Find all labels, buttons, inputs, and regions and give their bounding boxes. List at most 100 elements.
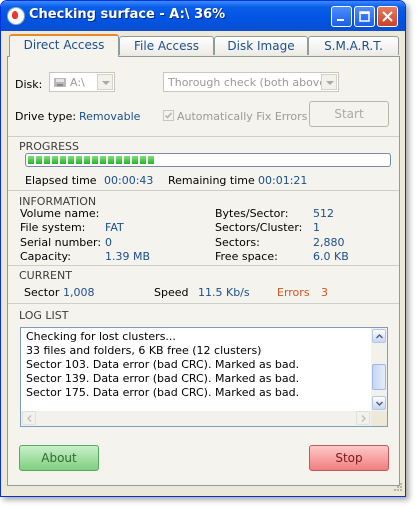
minimize-icon [337, 19, 344, 21]
drive-type-label: Drive type: [15, 110, 77, 123]
progress-segment [60, 156, 66, 164]
log-line: Checking for lost clusters... [26, 330, 176, 343]
tab-label: Disk Image [227, 39, 295, 53]
tab-label: File Access [134, 39, 199, 53]
about-button[interactable]: About [19, 445, 99, 471]
volume-name-label: Volume name: [20, 207, 100, 220]
vertical-scrollbar[interactable] [371, 328, 387, 411]
progress-segment [76, 156, 82, 164]
app-icon [7, 7, 25, 25]
scroll-left-button[interactable] [22, 411, 36, 425]
errors-value: 3 [321, 286, 328, 299]
close-icon [382, 11, 393, 22]
sectors-per-cluster-value: 1 [313, 221, 320, 234]
elapsed-time-value: 00:00:43 [104, 174, 154, 187]
file-system-value: FAT [105, 221, 124, 234]
progress-segment [68, 156, 74, 164]
serial-number-label: Serial number: [20, 236, 102, 249]
sector-value: 1,008 [63, 286, 95, 299]
log-line: Sector 139. Data error (bad CRC). Marked… [26, 372, 300, 385]
remaining-time-label: Remaining time [168, 174, 255, 187]
resize-grip-icon[interactable] [391, 482, 403, 494]
progress-segment [108, 156, 114, 164]
floppy-drive-icon [54, 78, 66, 87]
log-list-header: LOG LIST [19, 309, 69, 322]
scroll-corner [371, 411, 387, 426]
chevron-up-icon [376, 333, 383, 339]
chevron-down-icon[interactable] [97, 74, 113, 90]
auto-fix-label: Automatically Fix Errors [177, 110, 308, 123]
elapsed-time-label: Elapsed time [25, 174, 97, 187]
speed-value: 11.5 Kb/s [198, 286, 250, 299]
maximize-icon [359, 11, 370, 22]
progress-bar [25, 153, 391, 167]
tab-file-access[interactable]: File Access [119, 36, 214, 55]
drive-type-value: Removable [79, 110, 141, 123]
progress-segment [84, 156, 90, 164]
scroll-right-button[interactable] [356, 411, 370, 425]
tab-direct-access[interactable]: Direct Access [9, 34, 119, 57]
capacity-value: 1.39 MB [105, 250, 151, 263]
sectors-per-cluster-label: Sectors/Cluster: [215, 221, 303, 234]
disk-label: Disk: [15, 78, 43, 91]
about-button-label: About [41, 451, 77, 465]
progress-segment [52, 156, 58, 164]
close-button[interactable] [377, 6, 398, 27]
log-line: Sector 103. Data error (bad CRC). Marked… [26, 358, 300, 371]
divider [8, 303, 399, 304]
sector-label: Sector [24, 286, 60, 299]
tab-smart[interactable]: S.M.A.R.T. [308, 36, 399, 55]
divider [8, 136, 399, 137]
drive-select[interactable]: A:\ [49, 72, 115, 92]
progress-segment [116, 156, 122, 164]
scroll-thumb[interactable] [372, 364, 386, 390]
stop-button-label: Stop [335, 451, 363, 465]
divider [8, 190, 399, 191]
auto-fix-checkbox[interactable] [163, 110, 174, 121]
check-mode-select[interactable]: Thorough check (both above) [163, 72, 339, 92]
stop-button[interactable]: Stop [309, 445, 389, 471]
scroll-up-button[interactable] [372, 329, 386, 343]
app-window: Checking surface - A:\ 36% Direct Access… [0, 0, 406, 497]
file-system-label: File system: [20, 221, 86, 234]
log-line: 33 files and folders, 6 KB free (12 clus… [26, 344, 262, 357]
capacity-label: Capacity: [20, 250, 71, 263]
sectors-value: 2,880 [313, 236, 345, 249]
tab-label: Direct Access [23, 38, 105, 52]
tab-label: S.M.A.R.T. [324, 39, 383, 53]
tab-disk-image[interactable]: Disk Image [214, 36, 308, 55]
checkmark-icon [164, 112, 173, 119]
progress-segment [140, 156, 146, 164]
check-mode-value: Thorough check (both above) [168, 76, 331, 89]
sectors-label: Sectors: [215, 236, 260, 249]
maximize-button[interactable] [354, 6, 375, 27]
progress-segment [100, 156, 106, 164]
progress-segment [36, 156, 42, 164]
minimize-button[interactable] [331, 6, 352, 27]
progress-segment [124, 156, 130, 164]
remaining-time-value: 00:01:21 [258, 174, 308, 187]
chevron-right-icon [361, 415, 367, 422]
free-space-value: 6.0 KB [313, 250, 349, 263]
log-line: Sector 175. Data error (bad CRC). Marked… [26, 386, 300, 399]
log-list[interactable]: Checking for lost clusters... 33 files a… [20, 327, 388, 427]
errors-label: Errors [277, 286, 310, 299]
progress-segment [28, 156, 34, 164]
divider [8, 265, 399, 266]
title-bar[interactable]: Checking surface - A:\ 36% [1, 1, 405, 31]
free-space-label: Free space: [215, 250, 278, 263]
bytes-per-sector-value: 512 [313, 207, 334, 220]
chevron-down-icon[interactable] [321, 74, 337, 90]
progress-segment [148, 156, 154, 164]
window-title: Checking surface - A:\ 36% [29, 7, 226, 22]
progress-segment [132, 156, 138, 164]
start-button-label: Start [334, 107, 364, 121]
scroll-down-button[interactable] [372, 396, 386, 410]
chevron-down-icon [376, 401, 383, 407]
progress-header: PROGRESS [19, 140, 80, 153]
chevron-left-icon [26, 415, 32, 422]
start-button[interactable]: Start [309, 101, 389, 127]
tab-content-direct-access: Disk: A:\ Thorough check (both above) Dr… [7, 56, 400, 486]
horizontal-scrollbar[interactable] [21, 411, 371, 426]
drive-select-value: A:\ [70, 76, 85, 89]
